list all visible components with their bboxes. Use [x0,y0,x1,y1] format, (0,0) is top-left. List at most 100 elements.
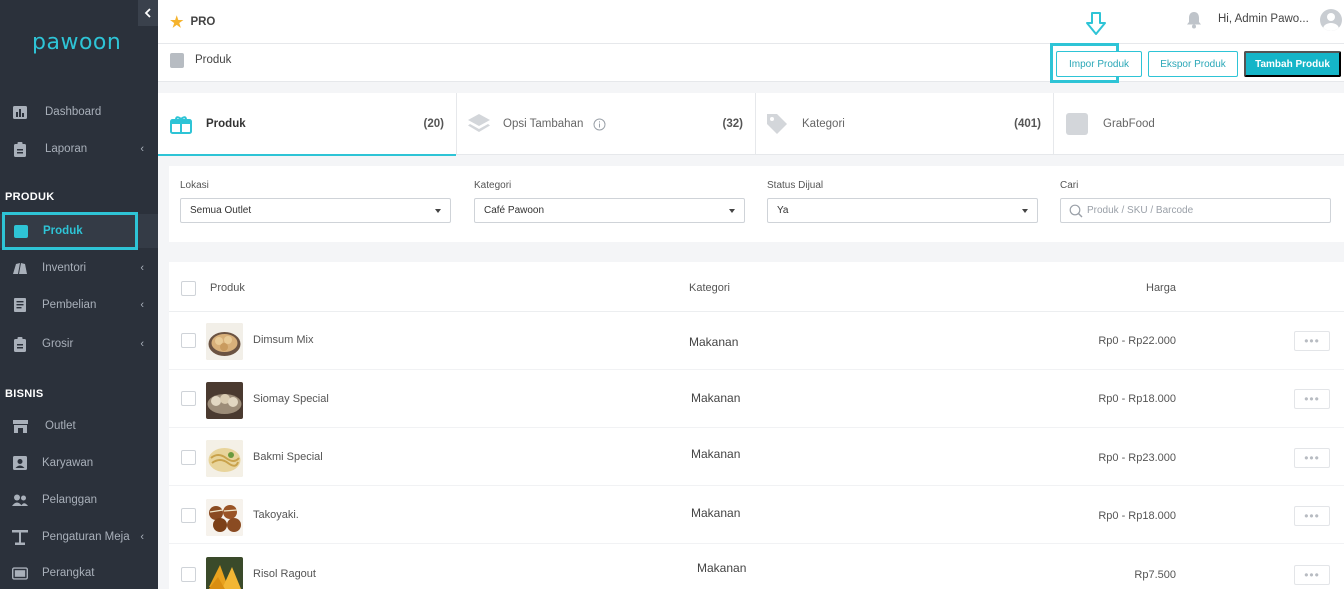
filter-label: Lokasi [180,180,209,191]
product-category: Makanan [697,561,747,575]
row-actions-button[interactable]: ••• [1294,506,1330,526]
page-title: Produk [195,54,232,66]
filter-lokasi: Lokasi Semua Outlet [180,180,451,223]
sidebar-item-label: Laporan [45,143,88,155]
search-placeholder: Produk / SKU / Barcode [1087,205,1194,216]
table-row[interactable]: Dimsum Mix Makanan Rp0 - Rp22.000 ••• [169,312,1344,370]
section-heading-produk: PRODUK [5,191,55,203]
select-value: Ya [777,205,789,216]
product-name: Risol Ragout [253,568,316,580]
tab-label: Produk [206,118,246,130]
bell-icon[interactable] [1186,11,1202,29]
bar-chart-icon [12,105,28,119]
row-checkbox[interactable] [181,450,196,465]
status-select[interactable]: Ya [767,198,1038,223]
logo-area: pawoon [0,0,158,94]
select-value: Semua Outlet [190,205,252,216]
product-thumbnail [206,323,243,360]
collapse-sidebar-button[interactable] [138,0,158,26]
row-checkbox[interactable] [181,391,196,406]
chevron-left-icon: ‹ [140,262,144,274]
chevron-left-icon: ‹ [140,338,144,350]
info-icon[interactable] [593,118,606,131]
avatar[interactable] [1320,9,1342,31]
row-actions-button[interactable]: ••• [1294,389,1330,409]
logo[interactable]: pawoon [32,30,121,55]
table-icon [12,529,28,545]
table-row[interactable]: Bakmi Special Makanan Rp0 - Rp23.000 ••• [169,428,1344,486]
caret-down-icon [435,209,441,213]
table-row[interactable]: Takoyaki. Makanan Rp0 - Rp18.000 ••• [169,486,1344,544]
chevron-left-icon: ‹ [140,143,144,155]
add-product-button[interactable]: Tambah Produk [1244,51,1341,77]
column-header-kategori[interactable]: Kategori [689,282,730,294]
sidebar-item-laporan[interactable]: Laporan ‹ [0,132,158,166]
table-row[interactable]: Siomay Special Makanan Rp0 - Rp18.000 ••… [169,370,1344,428]
section-heading-bisnis: BISNIS [5,388,44,400]
product-price: Rp0 - Rp18.000 [1098,393,1176,405]
tab-opsi-tambahan[interactable]: Opsi Tambahan (32) [457,93,756,155]
column-header-harga[interactable]: Harga [1146,282,1176,294]
user-greeting[interactable]: Hi, Admin Pawo... [1218,13,1309,25]
sidebar-item-perangkat[interactable]: Perangkat [0,556,158,589]
tab-produk[interactable]: Produk (20) [158,93,457,156]
star-icon: ★ [170,14,184,31]
sidebar-item-pembelian[interactable]: Pembelian ‹ [0,288,158,322]
import-product-button[interactable]: Impor Produk [1056,51,1142,77]
row-checkbox[interactable] [181,508,196,523]
location-select[interactable]: Semua Outlet [180,198,451,223]
product-thumbnail [206,382,243,419]
tab-grabfood[interactable]: GrabFood [1054,93,1344,155]
id-card-icon [12,456,28,470]
search-icon [1069,204,1083,221]
row-checkbox[interactable] [181,333,196,348]
tab-count: (401) [1014,118,1041,130]
caret-down-icon [1022,209,1028,213]
sidebar-item-dashboard[interactable]: Dashboard [0,95,158,129]
product-name: Takoyaki. [253,509,299,521]
topbar: ★ PRO Hi, Admin Pawo... [158,0,1344,44]
product-table: Produk Kategori Harga Dimsum Mix Makanan… [169,262,1344,589]
chevron-left-icon: ‹ [140,531,144,543]
users-icon [12,493,28,507]
sidebar-item-label: Karyawan [42,457,94,469]
search-input[interactable]: Produk / SKU / Barcode [1060,198,1331,223]
active-highlight-box [2,212,138,250]
clipboard-icon [12,336,28,352]
sidebar-item-label: Pelanggan [42,494,97,506]
grabfood-icon [1066,113,1088,135]
sidebar-item-pelanggan[interactable]: Pelanggan [0,483,158,517]
sidebar-item-produk[interactable]: Produk [0,212,158,250]
sidebar-item-label: Grosir [42,338,74,350]
store-icon [12,419,28,433]
boxes-icon [12,261,28,275]
export-product-button[interactable]: Ekspor Produk [1148,51,1238,77]
sidebar-item-pengaturan-meja[interactable]: Pengaturan Meja ‹ [0,520,158,554]
product-name: Dimsum Mix [253,334,314,346]
select-all-checkbox[interactable] [181,281,196,296]
row-actions-button[interactable]: ••• [1294,565,1330,585]
tab-label: Opsi Tambahan [503,118,584,130]
sidebar-item-outlet[interactable]: Outlet [0,409,158,443]
product-price: Rp0 - Rp22.000 [1098,335,1176,347]
select-value: Café Pawoon [484,205,545,216]
row-checkbox[interactable] [181,567,196,582]
column-header-produk[interactable]: Produk [210,282,245,294]
sidebar-item-inventori[interactable]: Inventori ‹ [0,251,158,285]
sidebar-item-karyawan[interactable]: Karyawan [0,446,158,480]
gift-box-icon [170,114,192,134]
row-actions-button[interactable]: ••• [1294,448,1330,468]
product-category: Makanan [691,506,741,520]
tab-count: (20) [423,118,444,130]
row-actions-button[interactable]: ••• [1294,331,1330,351]
product-price: Rp7.500 [1134,569,1176,581]
sidebar-item-label: Pengaturan Meja [42,531,130,543]
plan-badge: ★ PRO [170,13,215,31]
sidebar-item-grosir[interactable]: Grosir ‹ [0,327,158,361]
category-select[interactable]: Café Pawoon [474,198,745,223]
table-row[interactable]: Risol Ragout Makanan Rp7.500 ••• [169,544,1344,589]
product-category: Makanan [691,447,741,461]
filter-panel: Lokasi Semua Outlet Kategori Café Pawoon… [169,166,1344,242]
tab-count: (32) [722,118,743,130]
tab-kategori[interactable]: Kategori (401) [756,93,1054,155]
